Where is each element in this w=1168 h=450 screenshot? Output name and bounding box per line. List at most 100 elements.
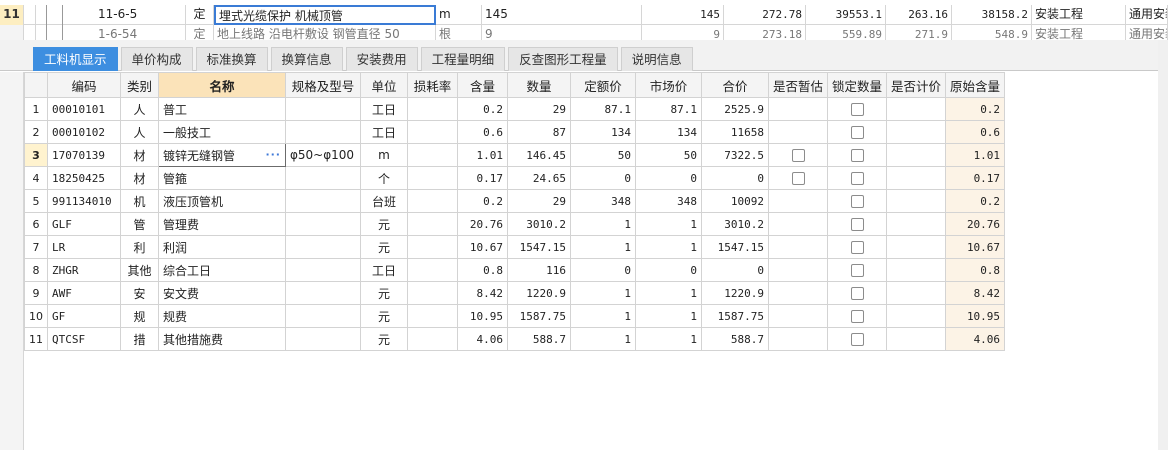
cell-spec[interactable] [285,212,361,236]
cell-spec[interactable] [285,166,361,190]
cell-name[interactable]: 镀锌无缝钢管 ··· [158,143,286,167]
cell-quota-price[interactable]: 87.1 [570,97,636,121]
tab-reverse-lookup[interactable]: 反查图形工程量 [508,47,618,71]
cell-loss-rate[interactable] [407,97,458,121]
cell-lock-qty[interactable] [827,120,888,144]
cell-content[interactable]: 1.01 [457,143,508,167]
cell-content[interactable]: 0.17 [457,166,508,190]
cell-lock-qty[interactable] [827,166,888,190]
cell-is-priced[interactable] [886,143,947,167]
cell-spec[interactable] [285,97,361,121]
cell-orig-content[interactable]: 0.8 [945,258,1006,282]
cell-category[interactable]: 安 [120,281,159,305]
header-market-price[interactable]: 市场价 [635,72,702,98]
cell-quota-price[interactable]: 1 [570,212,636,236]
table-row[interactable]: 7 LR 利利润元 10.67 1547.15 1 1 1547.15 10.67 [24,235,1006,259]
cell-unit[interactable]: 元 [360,235,408,259]
cell-quota-price[interactable]: 0 [570,258,636,282]
cell-content[interactable]: 0.2 [457,189,508,213]
cell-lock-qty[interactable] [827,258,888,282]
cell-name[interactable]: 管理费 [158,212,286,236]
cell-code[interactable]: 18250425 [47,166,121,190]
cell-loss-rate[interactable] [407,327,458,351]
cell-lock-qty[interactable] [827,143,888,167]
cell-loss-rate[interactable] [407,281,458,305]
cell-orig-content[interactable]: 1.01 [945,143,1006,167]
table-row[interactable]: 4 18250425 材管箍个 0.17 24.65 0 0 0 0.17 [24,166,1006,190]
cell-market-price[interactable]: 348 [635,189,702,213]
cell-code[interactable]: LR [47,235,121,259]
cell-name[interactable]: 一般技工 [158,120,286,144]
cell-quota-price[interactable]: 348 [570,189,636,213]
parent-name[interactable]: 地上线路 沿电杆敷设 钢管直径 50 [214,25,436,40]
cell-quota-price[interactable]: 1 [570,281,636,305]
cell-is-priced[interactable] [886,327,947,351]
cell-market-price[interactable]: 134 [635,120,702,144]
cell-is-priced[interactable] [886,166,947,190]
cell-content[interactable]: 0.2 [457,97,508,121]
header-total[interactable]: 合价 [701,72,769,98]
cell-loss-rate[interactable] [407,120,458,144]
tab-conversion-info[interactable]: 换算信息 [270,47,343,71]
cell-loss-rate[interactable] [407,143,458,167]
cell-quantity[interactable]: 1220.9 [507,281,571,305]
header-code[interactable]: 编码 [47,72,121,98]
cell-unit[interactable]: 元 [360,304,408,328]
cell-total[interactable]: 2525.9 [701,97,769,121]
vertical-scrollbar[interactable] [1158,40,1168,450]
cell-quantity[interactable]: 588.7 [507,327,571,351]
cell-is-estimate[interactable] [767,258,829,282]
cell-total[interactable]: 1587.75 [701,304,769,328]
checkbox[interactable] [850,149,864,162]
cell-code[interactable]: GLF [47,212,121,236]
cell-is-priced[interactable] [886,235,947,259]
cell-unit[interactable]: 个 [360,166,408,190]
cell-quota-price[interactable]: 50 [570,143,636,167]
checkbox[interactable] [850,287,864,300]
cell-name[interactable]: 综合工日 [158,258,286,282]
cell-name[interactable]: 安文费 [158,281,286,305]
cell-quantity[interactable]: 146.45 [507,143,571,167]
cell-category[interactable]: 人 [120,97,159,121]
header-spec[interactable]: 规格及型号 [285,72,361,98]
cell-unit[interactable]: 元 [360,212,408,236]
cell-quantity[interactable]: 116 [507,258,571,282]
cell-code[interactable]: 991134010 [47,189,121,213]
cell-category[interactable]: 材 [120,143,159,167]
cell-name[interactable]: 其他措施费 [158,327,286,351]
cell-loss-rate[interactable] [407,166,458,190]
cell-is-estimate[interactable] [767,212,829,236]
cell-orig-content[interactable]: 8.42 [945,281,1006,305]
cell-spec[interactable]: φ50~φ100 [285,143,361,167]
cell-category[interactable]: 人 [120,120,159,144]
cell-loss-rate[interactable] [407,189,458,213]
cell-spec[interactable] [285,120,361,144]
parent-name[interactable]: 埋式光缆保护 机械顶管 [214,5,436,25]
cell-content[interactable]: 10.95 [457,304,508,328]
cell-content[interactable]: 4.06 [457,327,508,351]
checkbox[interactable] [791,149,805,162]
checkbox[interactable] [850,241,864,254]
cell-unit[interactable]: 元 [360,327,408,351]
checkbox[interactable] [850,103,864,116]
cell-lock-qty[interactable] [827,304,888,328]
cell-is-estimate[interactable] [767,304,829,328]
cell-content[interactable]: 0.6 [457,120,508,144]
cell-loss-rate[interactable] [407,304,458,328]
cell-market-price[interactable]: 1 [635,212,702,236]
cell-category[interactable]: 措 [120,327,159,351]
cell-total[interactable]: 10092 [701,189,769,213]
header-lock-qty[interactable]: 锁定数量 [827,72,888,98]
cell-is-estimate[interactable] [767,281,829,305]
tab-description[interactable]: 说明信息 [620,47,693,71]
cell-orig-content[interactable]: 0.2 [945,189,1006,213]
header-loss-rate[interactable]: 损耗率 [407,72,458,98]
cell-market-price[interactable]: 0 [635,166,702,190]
cell-spec[interactable] [285,235,361,259]
cell-quantity[interactable]: 29 [507,189,571,213]
cell-is-priced[interactable] [886,97,947,121]
cell-is-estimate[interactable] [767,189,829,213]
checkbox[interactable] [791,172,805,185]
cell-spec[interactable] [285,327,361,351]
cell-market-price[interactable]: 1 [635,235,702,259]
